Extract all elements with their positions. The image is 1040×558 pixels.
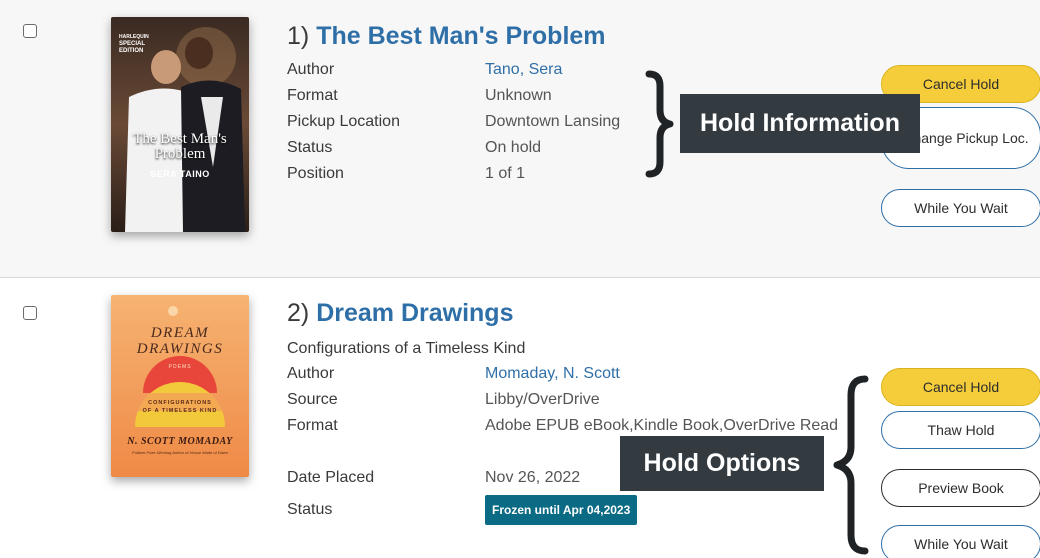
right-curly-brace-icon: [645, 70, 674, 178]
detail-value: 1 of 1: [485, 165, 526, 182]
hold-options-callout: Hold Options: [620, 436, 824, 491]
detail-value: On hold: [485, 139, 542, 156]
detail-label: Format: [287, 417, 338, 434]
select-hold-checkbox[interactable]: [23, 24, 37, 38]
detail-label: Author: [287, 365, 335, 382]
detail-row-pickup-location: Pickup Location Downtown Lansing: [287, 109, 620, 135]
detail-label: Author: [287, 61, 335, 78]
cancel-hold-button[interactable]: Cancel Hold: [881, 368, 1040, 406]
detail-value: Nov 26, 2022: [485, 469, 581, 486]
detail-label: Pickup Location: [287, 113, 400, 130]
detail-row-status: Status Frozen until Apr 04,2023: [287, 491, 638, 525]
left-curly-brace-icon: [833, 375, 869, 555]
while-you-wait-button[interactable]: While You Wait: [881, 189, 1040, 227]
detail-row-date-placed: Date Placed Nov 26, 2022: [287, 465, 580, 491]
book-cover[interactable]: DREAM DRAWINGS POEMS CONFIGURATIONS OF A…: [111, 295, 249, 477]
cover-subtitle: CONFIGURATIONS OF A TIMELESS KIND: [142, 400, 218, 414]
select-hold-checkbox[interactable]: [23, 306, 37, 320]
hold-item: DREAM DRAWINGS POEMS CONFIGURATIONS OF A…: [0, 279, 1040, 558]
author-link[interactable]: Momaday, N. Scott: [485, 361, 620, 387]
cover-author: SERA TAINO: [150, 169, 210, 179]
hold-number: 1): [287, 22, 310, 50]
hold-title: 2) Dream Drawings: [287, 299, 513, 328]
detail-row-source: Source Libby/OverDrive: [287, 387, 600, 413]
hold-subtitle: Configurations of a Timeless Kind: [287, 340, 526, 357]
detail-label: Format: [287, 87, 338, 104]
book-cover[interactable]: HARLEQUIN SPECIAL EDITION The Best Man's…: [111, 17, 249, 232]
hold-number: 2): [287, 299, 310, 327]
hold-information-callout: Hold Information: [680, 94, 920, 153]
title-link[interactable]: Dream Drawings: [316, 299, 513, 327]
detail-value: Downtown Lansing: [485, 113, 621, 130]
frozen-status-badge: Frozen until Apr 04,2023: [485, 495, 638, 525]
thaw-hold-button[interactable]: Thaw Hold: [881, 411, 1040, 449]
detail-value: Libby/OverDrive: [485, 391, 600, 408]
detail-label: Status: [287, 501, 333, 518]
author-link[interactable]: Tano, Sera: [485, 57, 562, 83]
cover-line: SPECIAL EDITION: [119, 41, 145, 54]
detail-row-status: Status On hold: [287, 135, 541, 161]
detail-label: Position: [287, 165, 344, 182]
detail-row-author: Author Momaday, N. Scott: [287, 361, 620, 387]
detail-label: Status: [287, 139, 333, 156]
detail-label: Source: [287, 391, 338, 408]
title-link[interactable]: The Best Man's Problem: [316, 22, 605, 50]
hold-title: 1) The Best Man's Problem: [287, 22, 606, 51]
preview-book-button[interactable]: Preview Book: [881, 469, 1040, 507]
detail-value: Unknown: [485, 87, 552, 104]
cover-imprint: HARLEQUIN: [119, 34, 149, 40]
cover-author: N. SCOTT MOMADAY: [127, 436, 233, 447]
detail-row-position: Position 1 of 1: [287, 161, 525, 187]
cover-tag: POEMS: [168, 364, 192, 370]
detail-row-format: Format Unknown: [287, 83, 552, 109]
while-you-wait-button[interactable]: While You Wait: [881, 525, 1040, 558]
cover-title: The Best Man's Problem: [133, 131, 227, 162]
detail-label: Date Placed: [287, 469, 375, 486]
cover-title: DREAM DRAWINGS: [136, 325, 224, 357]
cover-blurb: Pulitzer Prize-Winning Author of House M…: [131, 450, 229, 455]
detail-row-author: Author Tano, Sera: [287, 57, 562, 83]
